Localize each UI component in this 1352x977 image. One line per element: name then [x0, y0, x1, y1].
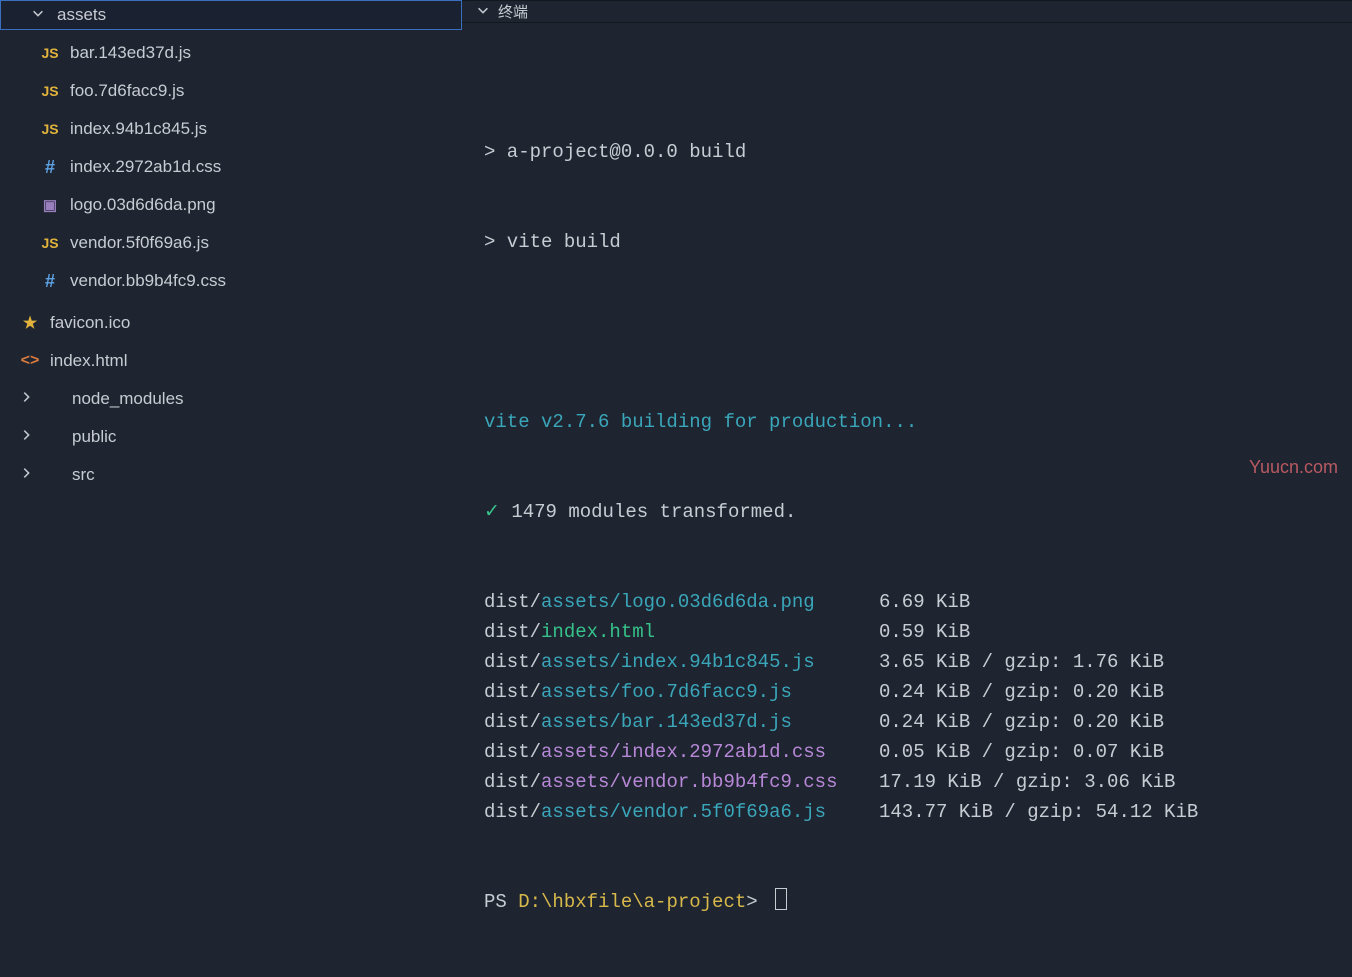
folder-item[interactable]: node_modules [0, 380, 462, 418]
item-name: public [72, 427, 116, 447]
chevron-right-icon [18, 465, 34, 485]
chevron-down-icon [31, 5, 45, 25]
file-item[interactable]: # vendor.bb9b4fc9.css [0, 262, 462, 300]
file-item[interactable]: JS foo.7d6facc9.js [0, 72, 462, 110]
terminal-prompt[interactable]: PS D:\hbxfile\a-project> [484, 887, 1352, 917]
file-name: logo.03d6d6da.png [70, 195, 216, 215]
item-name: favicon.ico [50, 313, 130, 333]
file-item[interactable]: <> index.html [0, 342, 462, 380]
file-name: vendor.5f0f69a6.js [70, 233, 209, 253]
html-file-icon: <> [18, 352, 42, 370]
terminal-line: vite v2.7.6 building for production... [484, 407, 1352, 437]
terminal-pane: 终端 > a-project@0.0.0 build > vite build … [462, 0, 1352, 532]
folder-item[interactable]: src [0, 456, 462, 494]
css-file-icon: # [38, 157, 62, 178]
assets-folder-header[interactable]: assets [0, 0, 462, 30]
file-item[interactable]: ▣ logo.03d6d6da.png [0, 186, 462, 224]
terminal-line: > vite build [484, 227, 1352, 257]
build-output-line: dist/assets/vendor.bb9b4fc9.css17.19 KiB… [484, 767, 1352, 797]
terminal-line: > a-project@0.0.0 build [484, 137, 1352, 167]
js-file-icon: JS [38, 45, 62, 61]
chevron-down-icon [476, 3, 490, 21]
file-name: bar.143ed37d.js [70, 43, 191, 63]
js-file-icon: JS [38, 83, 62, 99]
file-name: index.94b1c845.js [70, 119, 207, 139]
js-file-icon: JS [38, 121, 62, 137]
file-item[interactable]: JS vendor.5f0f69a6.js [0, 224, 462, 262]
item-name: src [72, 465, 95, 485]
build-output-line: dist/assets/vendor.5f0f69a6.js143.77 KiB… [484, 797, 1352, 827]
terminal-line: ✓ 1479 modules transformed. [484, 497, 1352, 527]
chevron-right-icon [18, 427, 34, 447]
item-name: node_modules [72, 389, 184, 409]
terminal-output[interactable]: > a-project@0.0.0 build > vite build vit… [462, 23, 1352, 977]
watermark: Yuucn.com [1249, 457, 1338, 478]
file-item[interactable]: ★ favicon.ico [0, 304, 462, 342]
file-item[interactable]: JS bar.143ed37d.js [0, 34, 462, 72]
terminal-tab-label: 终端 [498, 1, 528, 22]
item-name: index.html [50, 351, 127, 371]
folder-name: assets [57, 5, 106, 25]
chevron-right-icon [18, 389, 34, 409]
terminal-tab[interactable]: 终端 [462, 0, 1352, 23]
build-output-line: dist/assets/index.2972ab1d.css0.05 KiB /… [484, 737, 1352, 767]
build-output-line: dist/index.html0.59 KiB [484, 617, 1352, 647]
file-explorer: assets JS bar.143ed37d.js JS foo.7d6facc9.j… [0, 0, 462, 532]
sibling-tree: ★ favicon.ico <> index.html node_modulespubl… [0, 300, 462, 494]
folder-item[interactable]: public [0, 418, 462, 456]
js-file-icon: JS [38, 235, 62, 251]
file-name: index.2972ab1d.css [70, 157, 221, 177]
image-file-icon: ▣ [38, 196, 62, 214]
build-output-line: dist/assets/logo.03d6d6da.png6.69 KiB [484, 587, 1352, 617]
file-name: vendor.bb9b4fc9.css [70, 271, 226, 291]
build-output-line: dist/assets/bar.143ed37d.js0.24 KiB / gz… [484, 707, 1352, 737]
build-output-line: dist/assets/foo.7d6facc9.js0.24 KiB / gz… [484, 677, 1352, 707]
check-icon: ✓ [484, 501, 500, 523]
build-output-line: dist/assets/index.94b1c845.js3.65 KiB / … [484, 647, 1352, 677]
file-tree: JS bar.143ed37d.js JS foo.7d6facc9.js JS inde… [0, 30, 462, 300]
file-item[interactable]: JS index.94b1c845.js [0, 110, 462, 148]
file-item[interactable]: # index.2972ab1d.css [0, 148, 462, 186]
terminal-cursor [775, 888, 787, 910]
favicon-icon: ★ [18, 313, 42, 333]
file-name: foo.7d6facc9.js [70, 81, 184, 101]
css-file-icon: # [38, 271, 62, 292]
